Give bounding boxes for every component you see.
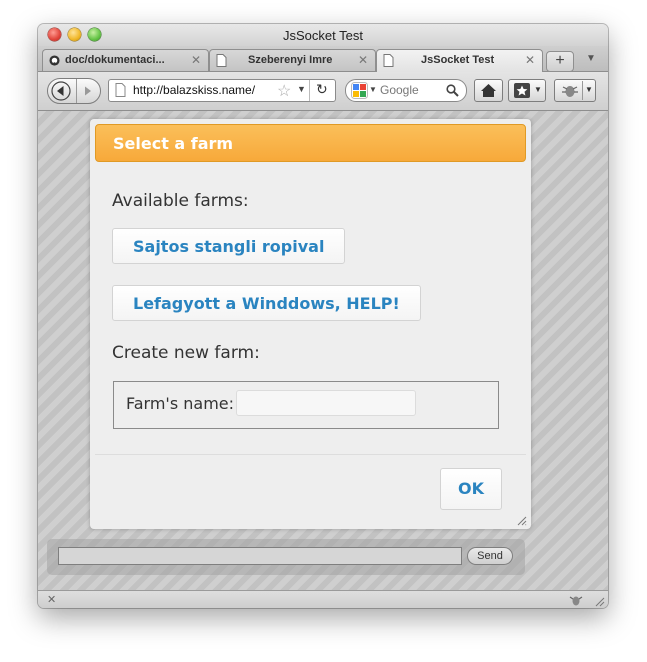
search-icon[interactable]: [446, 84, 459, 97]
page-icon: [115, 83, 126, 97]
search-engine-dropdown-icon[interactable]: ▼: [369, 85, 377, 94]
browser-window: JsSocket Test doc/dokumentaci... ✕ Szebe…: [38, 24, 608, 608]
navigation-bar: http://balazskiss.name/ ☆ ▼ ↻ ▼ Google ▼…: [38, 72, 608, 111]
forward-arrow-icon: [85, 86, 91, 96]
bookmark-star-icon: [514, 83, 530, 98]
chevron-down-icon: ▼: [585, 85, 593, 94]
google-logo-icon: [351, 82, 368, 99]
forward-button[interactable]: [77, 79, 100, 103]
home-icon: [481, 84, 496, 97]
send-button[interactable]: Send: [467, 547, 513, 565]
page-icon: [383, 54, 394, 67]
farm-name-input[interactable]: [236, 390, 416, 416]
back-button[interactable]: [48, 79, 77, 103]
tab-label: Szeberenyi Imre: [248, 54, 333, 66]
home-button[interactable]: [474, 79, 503, 102]
tab-close-icon[interactable]: ✕: [358, 53, 368, 67]
tab-bar: doc/dokumentaci... ✕ Szeberenyi Imre ✕ J…: [38, 46, 608, 72]
firebug-icon[interactable]: [568, 594, 584, 606]
chat-send-bar: Send: [47, 539, 525, 575]
tab-label: doc/dokumentaci...: [65, 54, 165, 66]
select-farm-dialog: Select a farm Available farms: Sajtos st…: [90, 119, 531, 529]
dialog-title: Select a farm: [113, 134, 234, 153]
tab-label: JsSocket Test: [421, 54, 495, 66]
page-icon: [216, 54, 227, 67]
create-farm-fieldset: Farm's name:: [113, 381, 499, 429]
history-dropdown-icon[interactable]: ▼: [297, 84, 306, 94]
chevron-down-icon: ▼: [534, 85, 542, 94]
page-content: Select a farm Available farms: Sajtos st…: [38, 111, 608, 590]
message-input[interactable]: [58, 547, 462, 565]
window-title: JsSocket Test: [283, 28, 363, 43]
close-statusbar-icon[interactable]: ✕: [47, 593, 56, 606]
create-farm-label: Create new farm:: [112, 343, 260, 363]
search-placeholder: Google: [380, 83, 419, 97]
dialog-header: Select a farm: [95, 124, 526, 162]
tab-doc-dokumentacio[interactable]: doc/dokumentaci... ✕: [42, 49, 209, 71]
search-bar[interactable]: ▼ Google: [345, 79, 467, 102]
tab-szeberenyi-imre[interactable]: Szeberenyi Imre ✕: [209, 49, 376, 71]
tab-jssocket-test[interactable]: JsSocket Test ✕: [376, 49, 543, 72]
resize-grip-icon[interactable]: [515, 514, 527, 526]
url-text: http://balazskiss.name/: [133, 83, 256, 97]
url-divider: [309, 80, 310, 101]
farm-button-lefagyott[interactable]: Lefagyott a Winddows, HELP!: [112, 285, 421, 321]
button-divider: [582, 81, 583, 100]
github-icon: [49, 55, 60, 66]
back-forward-group: [47, 78, 101, 104]
status-bar: ✕: [38, 590, 608, 608]
farm-name-label: Farm's name:: [126, 394, 235, 413]
back-arrow-icon: [51, 81, 71, 101]
extension-button[interactable]: ▼: [554, 79, 596, 102]
ok-button[interactable]: OK: [440, 468, 502, 510]
tab-close-icon[interactable]: ✕: [191, 53, 201, 67]
farm-button-sajtos-stangli[interactable]: Sajtos stangli ropival: [112, 228, 346, 264]
title-bar: JsSocket Test: [38, 24, 608, 46]
reload-icon[interactable]: ↻: [316, 81, 328, 98]
available-farms-label: Available farms:: [112, 191, 249, 211]
resize-grip-icon[interactable]: [593, 595, 605, 607]
bookmark-star-icon[interactable]: ☆: [277, 81, 291, 101]
tab-list-chevron-icon[interactable]: ▼: [586, 53, 596, 64]
dialog-divider: [95, 454, 526, 455]
address-bar[interactable]: http://balazskiss.name/ ☆ ▼ ↻: [108, 79, 336, 102]
firebug-icon: [562, 86, 578, 97]
tab-close-icon[interactable]: ✕: [525, 53, 535, 67]
new-tab-button[interactable]: +: [546, 51, 574, 72]
bookmarks-button[interactable]: ▼: [508, 79, 546, 102]
